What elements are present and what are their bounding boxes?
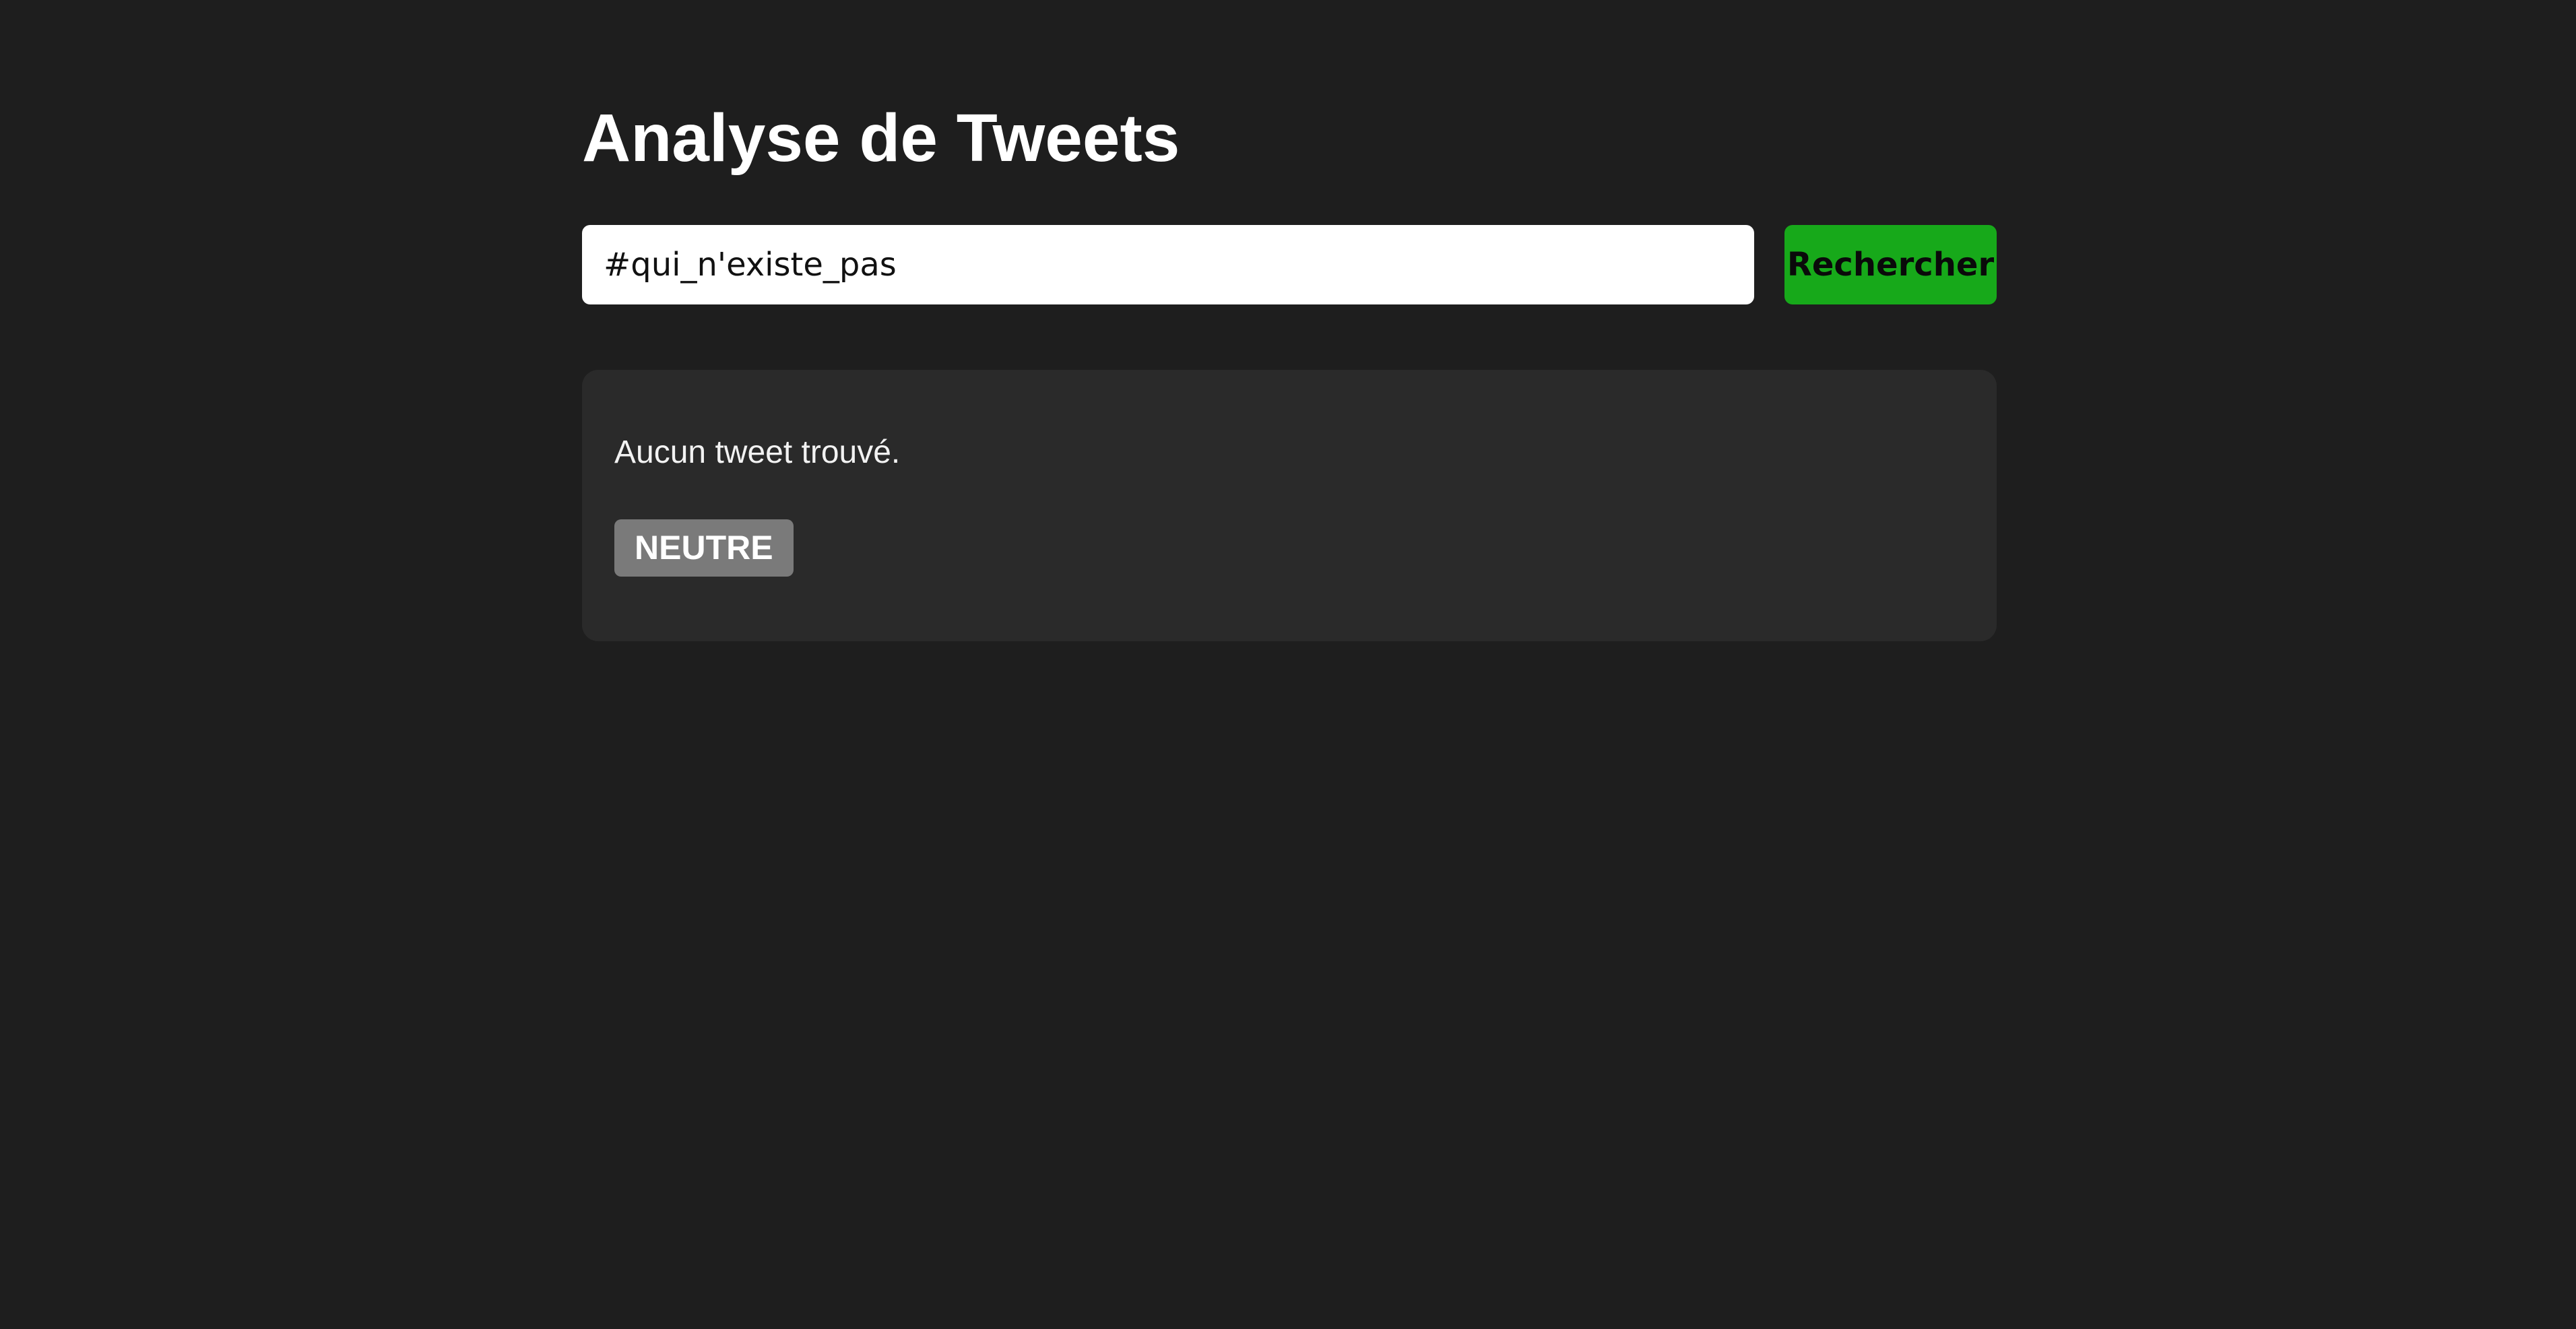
search-row: Rechercher [582, 225, 1997, 304]
results-card: Aucun tweet trouvé. NEUTRE [582, 370, 1997, 641]
sentiment-badge: NEUTRE [614, 519, 794, 577]
result-message: Aucun tweet trouvé. [614, 434, 901, 470]
search-button[interactable]: Rechercher [1784, 225, 1997, 304]
page-title: Analyse de Tweets [582, 100, 1180, 176]
page: Analyse de Tweets Rechercher Aucun tweet… [0, 0, 2576, 1329]
search-input[interactable] [582, 225, 1754, 304]
